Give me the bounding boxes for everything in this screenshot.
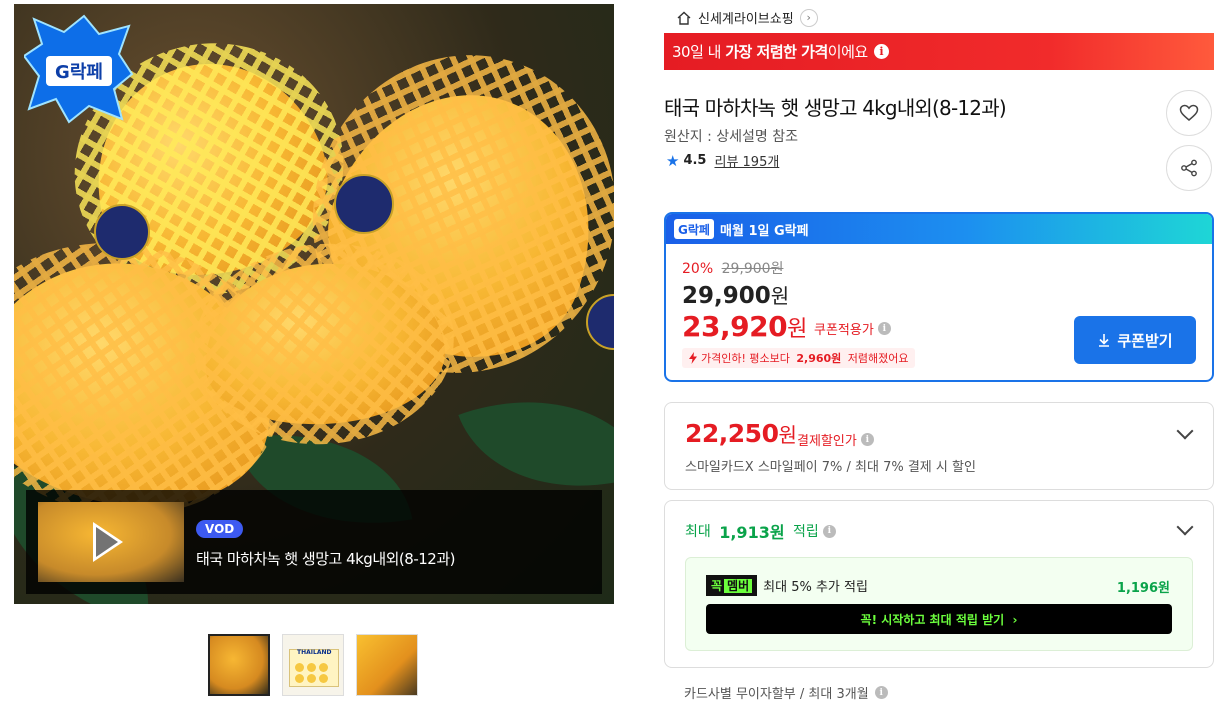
g-festival-header: G락페 매월 1일 G락페	[666, 214, 1212, 244]
g-festival-header-text: 매월 1일 G락페	[720, 223, 809, 239]
thumbnail-2[interactable]: THAILAND	[282, 634, 344, 696]
membership-start-button[interactable]: 꼭! 시작하고 최대 적립 받기 ›	[706, 604, 1172, 634]
original-price: 29,900원	[721, 261, 784, 277]
thumbnail-1[interactable]	[208, 634, 270, 696]
product-main-image[interactable]: G락페 VOD 태국 마하차녹 햇 생망고 4kg내외(8-12과)	[14, 4, 614, 604]
membership-points-box: 꼭 멤버 최대 5% 추가 적립 1,196원 꼭! 시작하고 최대 적립 받기 …	[685, 557, 1193, 651]
membership-badge-b: 멤버	[724, 579, 753, 593]
seller-link[interactable]: 신세계라이브쇼핑 ›	[676, 8, 818, 27]
share-button[interactable]	[1166, 145, 1212, 191]
max-points-suffix: 적립	[788, 524, 819, 540]
vod-title[interactable]: 태국 마하차녹 햇 생망고 4kg내외(8-12과)	[196, 548, 455, 569]
thumbnail-list: THAILAND	[208, 634, 418, 696]
sale-price: 29,900원	[682, 280, 789, 309]
thumbnail-box-label: THAILAND	[297, 649, 332, 656]
sale-price-amount: 29,900	[682, 283, 771, 309]
product-page: G락페 VOD 태국 마하차녹 햇 생망고 4kg내외(8-12과) THAIL…	[0, 0, 1226, 717]
membership-badge: 꼭 멤버	[706, 575, 758, 596]
coupon-price-amount: 23,920	[682, 310, 788, 343]
max-points-amount: 1,913원	[719, 523, 785, 542]
play-icon[interactable]	[93, 522, 123, 562]
lowest-banner-highlight: 가장 저렴한 가격	[725, 43, 828, 61]
membership-amount: 1,196원	[1116, 581, 1170, 596]
info-icon[interactable]: i	[873, 44, 889, 59]
vod-thumbnail[interactable]	[38, 502, 184, 582]
sale-price-unit: 원	[770, 284, 790, 308]
wishlist-button[interactable]	[1166, 90, 1212, 136]
membership-row: 꼭 멤버 최대 5% 추가 적립	[706, 575, 868, 596]
coupon-price-unit: 원	[787, 317, 807, 342]
g-festival-small-logo: G락페	[674, 219, 714, 239]
installment-info: 카드사별 무이자할부 / 최대 3개월 i	[684, 683, 888, 702]
bliss-sticker	[94, 204, 150, 260]
membership-badge-a: 꼭	[711, 579, 723, 593]
payment-discount-price: 22,250원	[685, 419, 797, 448]
download-icon	[1099, 334, 1110, 347]
payment-discount-amount: 22,250	[685, 419, 779, 448]
rating-row: ★ 4.5 리뷰 195개	[666, 151, 779, 171]
product-title: 태국 마하차녹 햇 생망고 4kg내외(8-12과)	[664, 96, 1007, 120]
coupon-applied-label: 쿠폰적용가 i	[814, 319, 891, 338]
coupon-download-button[interactable]: 쿠폰받기	[1074, 316, 1196, 364]
payment-discount-label: 결제할인가 i	[797, 430, 874, 449]
g-festival-price-box: G락페 매월 1일 G락페 20% 29,900원 29,900원 23,920…	[664, 212, 1214, 382]
home-icon	[677, 11, 691, 25]
coupon-price: 23,920원	[682, 310, 807, 343]
seller-name[interactable]: 신세계라이브쇼핑	[698, 8, 794, 27]
max-points-prefix: 최대	[685, 524, 716, 540]
payment-discount-detail: 스마일카드X 스마일페이 7% / 최대 7% 결제 시 할인	[685, 460, 976, 475]
vod-badge: VOD	[196, 520, 244, 538]
info-icon[interactable]: i	[822, 524, 836, 538]
vod-bar[interactable]: VOD 태국 마하차녹 햇 생망고 4kg내외(8-12과)	[26, 490, 602, 594]
membership-text: 최대 5% 추가 적립	[763, 580, 868, 595]
rating-score: 4.5	[683, 153, 707, 168]
installment-text: 카드사별 무이자할부 / 최대 3개월	[684, 687, 869, 702]
product-origin: 원산지 : 상세설명 참조	[664, 129, 798, 145]
payment-discount-label-text: 결제할인가	[797, 434, 857, 449]
points-card: 최대 1,913원 적립 i 꼭 멤버 최대 5% 추가 적립 1,196원 꼭!…	[664, 500, 1214, 668]
price-drop-tag: 가격인하! 평소보다 2,960원 저렴해졌어요	[682, 348, 915, 368]
price-drop-prefix: 가격인하! 평소보다	[701, 352, 794, 365]
info-icon[interactable]: i	[874, 686, 888, 699]
lowest-banner-prefix: 30일 내	[672, 43, 726, 61]
heart-icon	[1179, 104, 1199, 121]
g-festival-logo-text: G락페	[55, 62, 103, 83]
info-icon[interactable]: i	[877, 322, 891, 335]
share-icon	[1181, 159, 1197, 177]
chevron-down-icon[interactable]	[1176, 422, 1194, 440]
price-drop-suffix: 저렴해졌어요	[844, 352, 909, 365]
coupon-applied-text: 쿠폰적용가	[814, 323, 874, 338]
price-drop-amount: 2,960원	[796, 352, 842, 365]
thumbnail-3[interactable]	[356, 634, 418, 696]
bliss-sticker	[334, 174, 394, 234]
chevron-right-icon[interactable]: ›	[799, 8, 818, 27]
discount-row: 20% 29,900원	[682, 258, 783, 278]
coupon-download-label: 쿠폰받기	[1117, 331, 1173, 350]
g-festival-logo: G락페	[24, 14, 134, 124]
lightning-icon	[689, 352, 697, 364]
chevron-down-icon[interactable]	[1176, 518, 1194, 536]
bliss-sticker	[586, 294, 614, 350]
max-points: 최대 1,913원 적립 i	[685, 519, 836, 543]
payment-discount-unit: 원	[778, 423, 797, 447]
payment-discount-card[interactable]: 22,250원 결제할인가 i 스마일카드X 스마일페이 7% / 최대 7% …	[664, 402, 1214, 490]
info-icon[interactable]: i	[860, 433, 874, 446]
review-count-link[interactable]: 리뷰 195개	[714, 151, 779, 170]
star-icon: ★	[666, 151, 680, 170]
lowest-banner-suffix: 이에요	[827, 43, 868, 61]
lowest-price-banner: 30일 내 가장 저렴한 가격 이에요 i	[664, 33, 1214, 70]
discount-rate: 20%	[682, 261, 714, 277]
